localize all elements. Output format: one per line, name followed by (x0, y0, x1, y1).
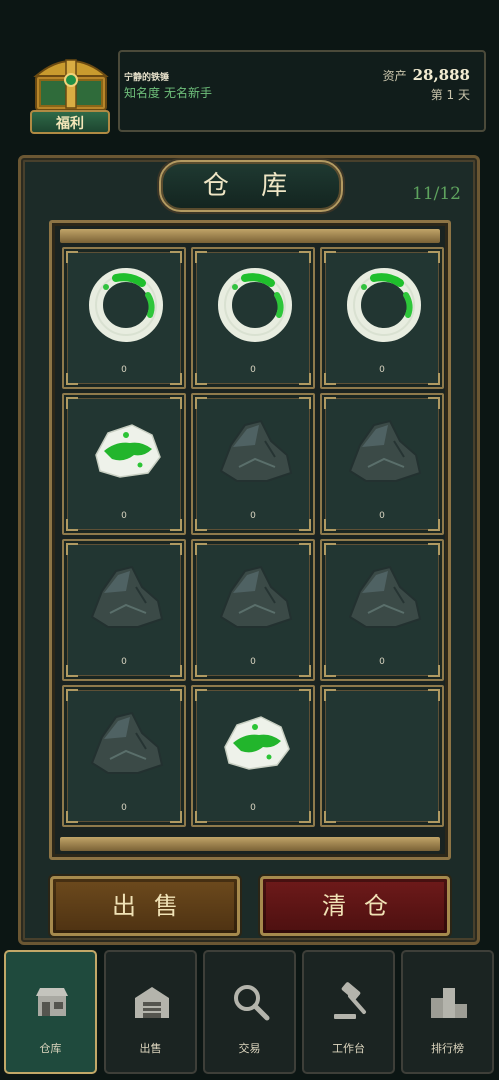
slot-corner-ornament (170, 543, 182, 555)
bottom-nav: 仓库 出售 交易 工作台 排行榜 (0, 948, 499, 1080)
inventory-slot[interactable]: 0 (191, 393, 315, 535)
magnifier-icon (231, 982, 271, 1022)
warehouse-icon (132, 982, 172, 1022)
fame-row: 知名度 无名新手 (124, 84, 212, 101)
slot-corner-ornament (299, 397, 311, 409)
jade-bangle-icon (215, 265, 295, 345)
item-quantity: 0 (121, 365, 127, 375)
slot-corner-ornament (324, 811, 336, 823)
item-quantity: 0 (250, 657, 256, 667)
slot-corner-ornament (170, 251, 182, 263)
assets-row: 资产 28,888 (383, 66, 470, 84)
nav-tab-0[interactable]: 仓库 (4, 950, 97, 1074)
slot-corner-ornament (428, 543, 440, 555)
inventory-grid: 0 0 0 0 0 0 0 0 0 0 0 (49, 220, 451, 860)
raw-stone-icon (86, 703, 166, 783)
inventory-slot[interactable]: 0 (320, 247, 444, 389)
green-jade-stone-icon (215, 703, 295, 783)
item-quantity: 0 (379, 511, 385, 521)
warehouse-title: 仓 库 (159, 160, 343, 212)
warehouse-panel: 仓 库 11/12 0 0 0 0 0 0 0 0 0 0 0 (18, 155, 480, 945)
slot-corner-ornament (299, 689, 311, 701)
nav-tab-2[interactable]: 交易 (203, 950, 296, 1074)
nav-tab-3[interactable]: 工作台 (302, 950, 395, 1074)
slot-corner-ornament (428, 251, 440, 263)
item-quantity: 0 (121, 511, 127, 521)
raw-stone-icon (86, 557, 166, 637)
slot-corner-ornament (195, 397, 207, 409)
grid-bottom-rail (60, 837, 440, 851)
inventory-slot[interactable]: 0 (191, 539, 315, 681)
slot-corner-ornament (428, 397, 440, 409)
fame-value: 无名新手 (164, 86, 213, 100)
inventory-slot[interactable]: 0 (62, 539, 186, 681)
nav-tab-label: 排行榜 (431, 1042, 464, 1055)
slot-corner-ornament (324, 397, 336, 409)
empty-inventory-slot[interactable] (320, 685, 444, 827)
sell-button[interactable]: 出售 (50, 876, 240, 936)
treasure-chest-button[interactable]: 福利 (26, 50, 116, 138)
grid-top-rail (60, 229, 440, 243)
nav-tab-label: 交易 (238, 1042, 261, 1055)
item-quantity: 0 (121, 657, 127, 667)
day-counter: 第 1 天 (430, 88, 470, 102)
item-quantity: 0 (250, 511, 256, 521)
raw-stone-icon (344, 557, 424, 637)
item-quantity: 0 (379, 365, 385, 375)
slot-corner-ornament (66, 251, 78, 263)
nav-tab-label: 工作台 (332, 1042, 365, 1055)
clear-warehouse-button[interactable]: 清仓 (260, 876, 450, 936)
slot-corner-ornament (428, 689, 440, 701)
inventory-slot[interactable]: 0 (62, 247, 186, 389)
slot-corner-ornament (66, 397, 78, 409)
assets-label: 资产 (382, 69, 407, 83)
slot-corner-ornament (324, 543, 336, 555)
raw-stone-icon (344, 411, 424, 491)
item-quantity: 0 (250, 803, 256, 813)
slot-corner-ornament (299, 543, 311, 555)
raw-stone-icon (215, 557, 295, 637)
inventory-slot[interactable]: 0 (320, 393, 444, 535)
capacity-counter: 11/12 (412, 184, 461, 204)
item-quantity: 0 (379, 657, 385, 667)
slot-corner-ornament (324, 689, 336, 701)
inventory-slot[interactable]: 0 (191, 247, 315, 389)
nav-tab-label: 出售 (139, 1042, 162, 1055)
player-name: 宁静的铁锤 (124, 73, 170, 83)
raw-stone-icon (215, 411, 295, 491)
inventory-slot[interactable]: 0 (62, 393, 186, 535)
podium-icon (429, 982, 469, 1022)
slot-corner-ornament (299, 251, 311, 263)
welfare-button[interactable]: 福利 (30, 110, 110, 134)
nav-tab-1[interactable]: 出售 (104, 950, 197, 1074)
treasure-chest-icon (33, 59, 109, 111)
item-quantity: 0 (250, 365, 256, 375)
green-jade-stone-icon (86, 411, 166, 491)
slot-corner-ornament (66, 543, 78, 555)
fame-label: 知名度 (124, 86, 161, 100)
assets-value: 28,888 (412, 66, 470, 84)
slot-corner-ornament (66, 689, 78, 701)
jade-bangle-icon (86, 265, 166, 345)
slot-corner-ornament (195, 543, 207, 555)
jade-bangle-icon (344, 265, 424, 345)
gavel-icon (330, 982, 370, 1022)
slot-corner-ornament (428, 811, 440, 823)
nav-tab-label: 仓库 (39, 1042, 62, 1055)
nav-tab-4[interactable]: 排行榜 (401, 950, 494, 1074)
item-quantity: 0 (121, 803, 127, 813)
player-info-panel: 宁静的铁锤 知名度 无名新手 资产 28,888 第 1 天 (118, 50, 486, 132)
slot-corner-ornament (170, 689, 182, 701)
inventory-slot[interactable]: 0 (320, 539, 444, 681)
inventory-slot[interactable]: 0 (62, 685, 186, 827)
shop-icon (32, 982, 72, 1022)
inventory-slot[interactable]: 0 (191, 685, 315, 827)
slot-corner-ornament (195, 689, 207, 701)
slot-corner-ornament (170, 397, 182, 409)
slot-corner-ornament (195, 251, 207, 263)
slot-corner-ornament (324, 251, 336, 263)
